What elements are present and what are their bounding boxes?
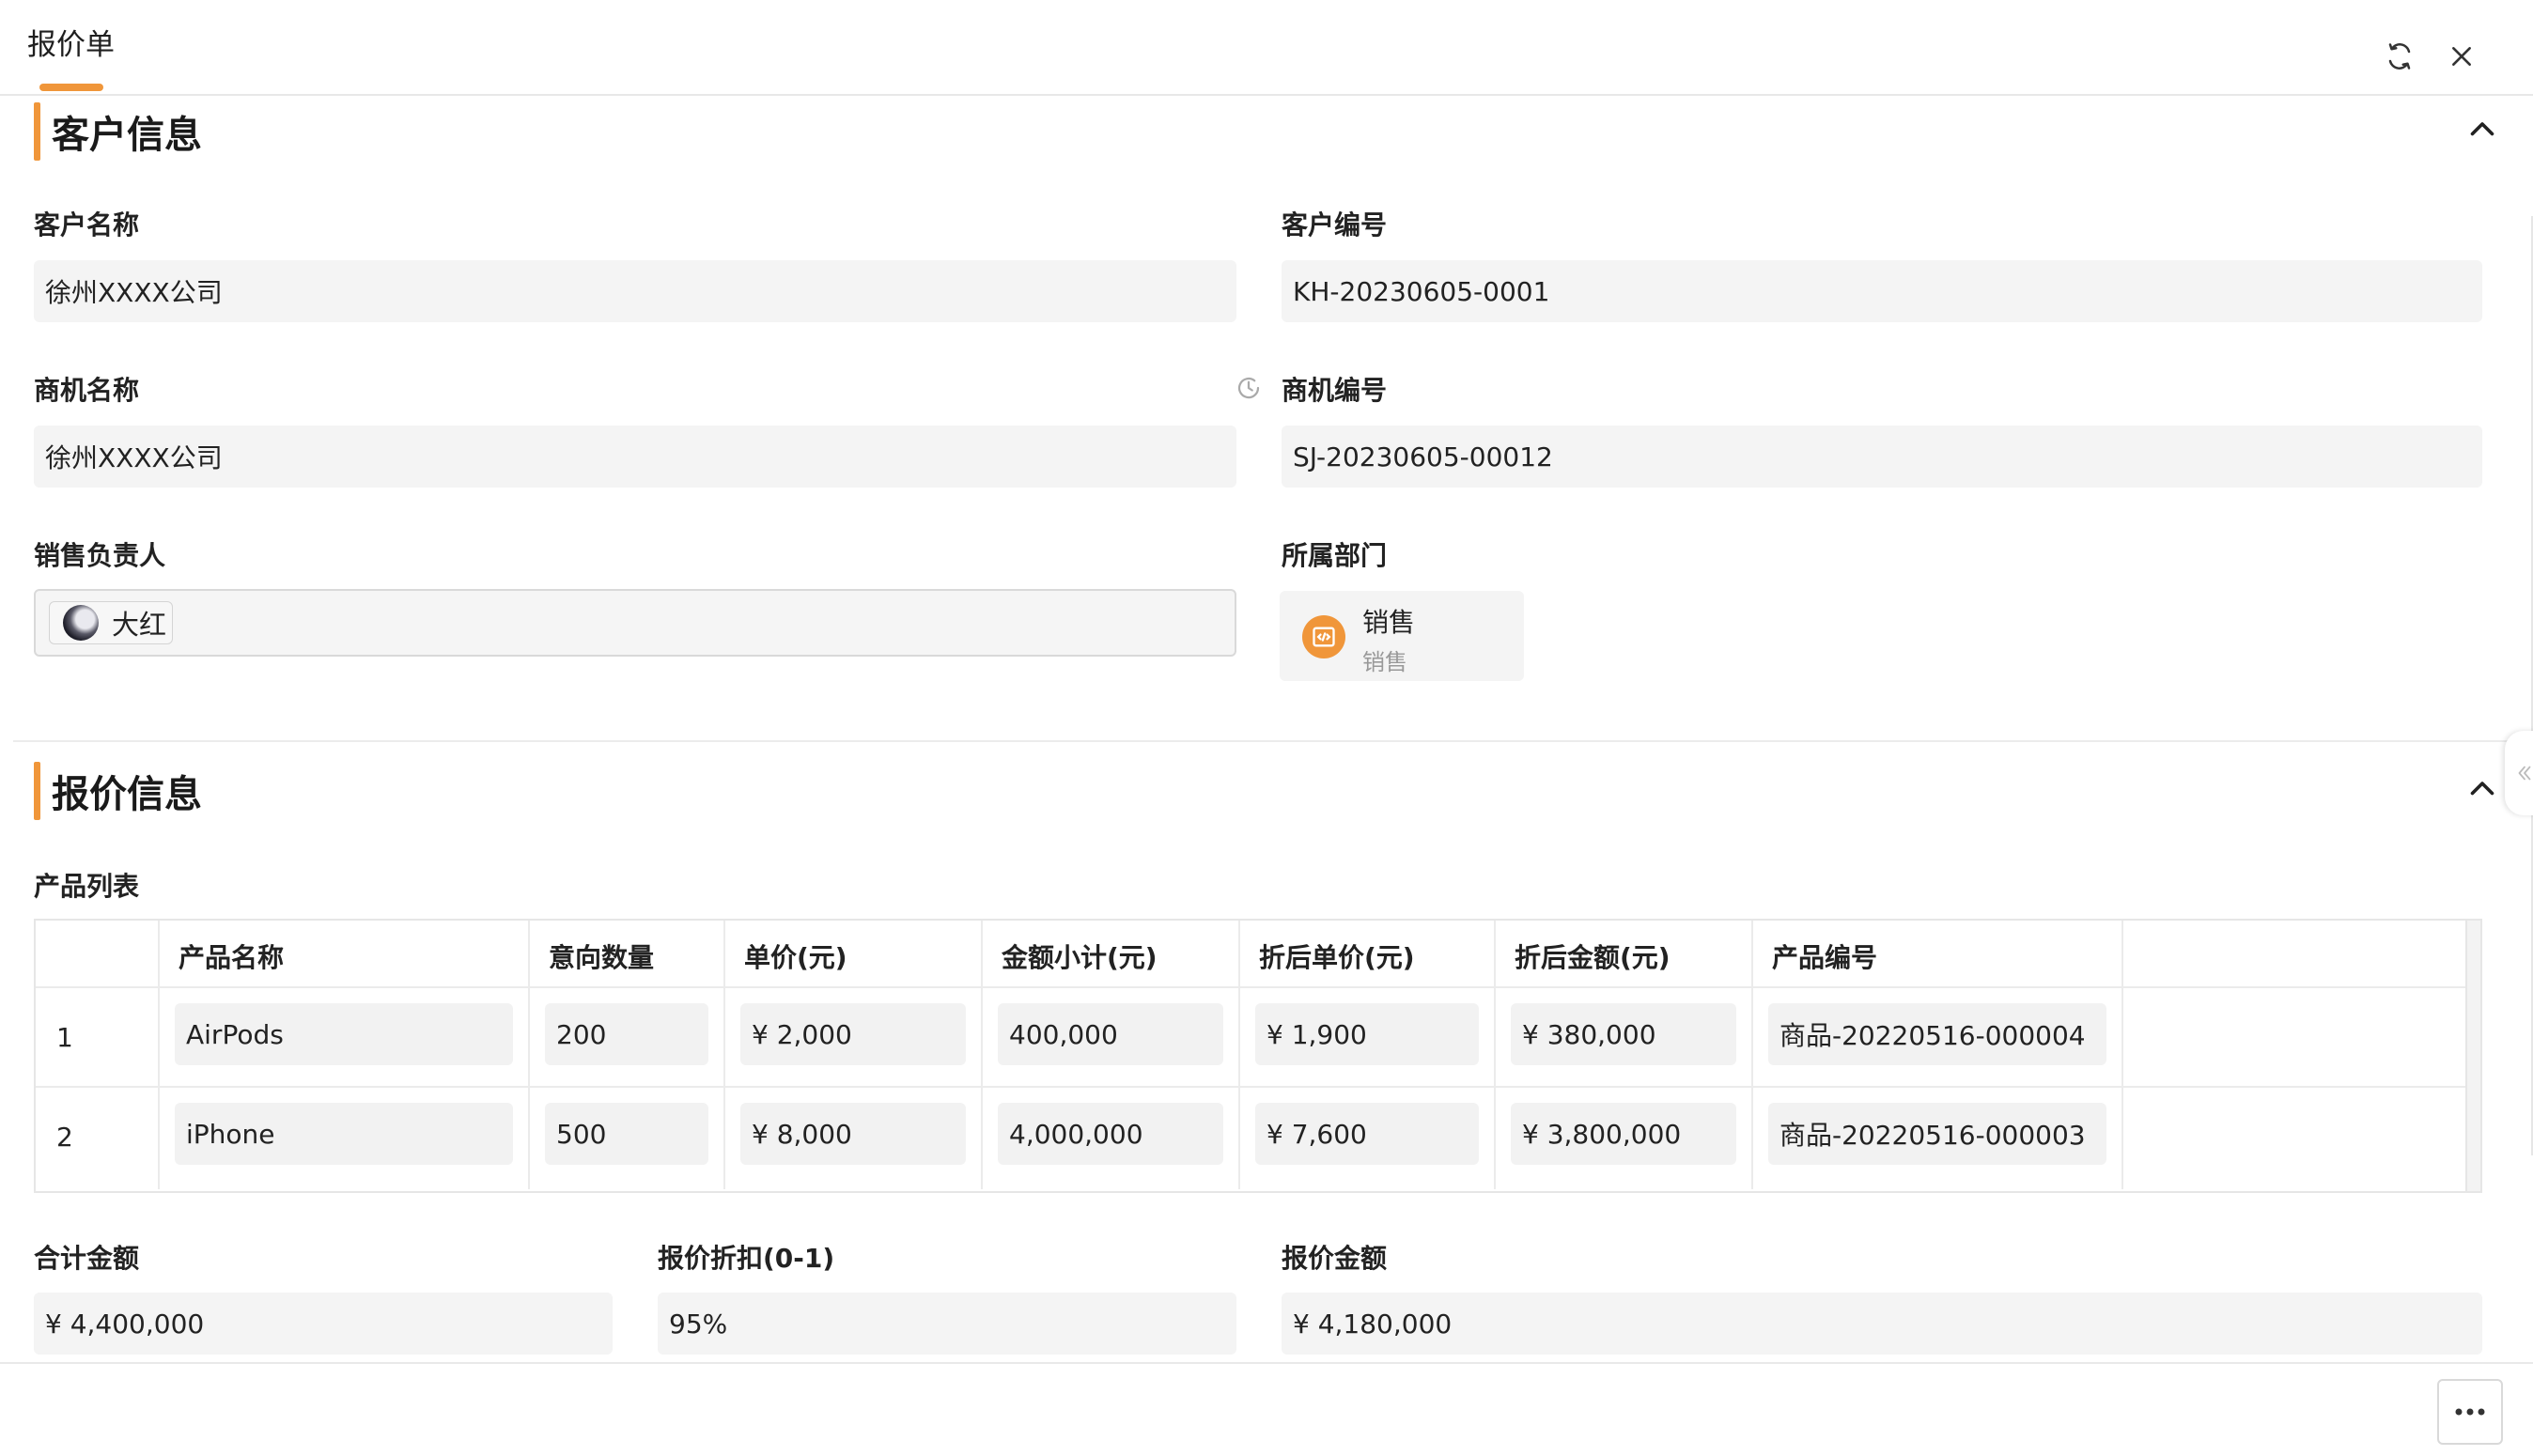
opportunity-name-label: 商机名称 bbox=[34, 375, 140, 406]
header-cell: 折后单价(元) bbox=[1240, 921, 1496, 986]
history-icon[interactable] bbox=[1235, 374, 1263, 402]
table-cell: 500 bbox=[530, 1088, 725, 1189]
column-header: 产品名称 bbox=[179, 942, 285, 973]
table-cell: ¥ 1,900 bbox=[1240, 988, 1496, 1086]
table-cell: ¥ 7,600 bbox=[1240, 1088, 1496, 1189]
product-name-field[interactable]: AirPods bbox=[175, 1003, 513, 1065]
customer-name-label: 客户名称 bbox=[34, 209, 140, 240]
header-cell: 折后金额(元) bbox=[1496, 921, 1753, 986]
product-name-field[interactable]: iPhone bbox=[175, 1103, 513, 1165]
unit-price-field[interactable]: ¥ 8,000 bbox=[740, 1103, 966, 1165]
table-cell: 400,000 bbox=[983, 988, 1240, 1086]
table-header-row: 产品名称 意向数量 单价(元) 金额小计(元) 折后单价(元) 折后金额(元) … bbox=[36, 921, 2480, 988]
section-divider bbox=[13, 740, 2533, 742]
customer-name-field[interactable]: 徐州XXXX公司 bbox=[34, 260, 1236, 322]
quote-section-title: 报价信息 bbox=[34, 762, 202, 820]
user-tag-name: 大红 bbox=[112, 609, 167, 641]
header-cell-index bbox=[36, 921, 160, 986]
department-sub: 销售 bbox=[1362, 649, 1407, 675]
department-card[interactable]: 销售 销售 bbox=[1280, 591, 1524, 681]
total-amount-field[interactable]: ¥ 4,400,000 bbox=[34, 1293, 613, 1355]
table-cell: 200 bbox=[530, 988, 725, 1086]
active-tab-indicator bbox=[39, 84, 103, 91]
row-index: 2 bbox=[56, 1122, 73, 1153]
discount-amount-field[interactable]: ¥ 3,800,000 bbox=[1511, 1103, 1736, 1165]
table-cell: iPhone bbox=[160, 1088, 530, 1189]
close-icon[interactable] bbox=[2443, 38, 2480, 75]
section-accent-bar bbox=[34, 102, 40, 161]
header-cell: 意向数量 bbox=[530, 921, 725, 986]
opportunity-no-label: 商机编号 bbox=[1282, 375, 1388, 406]
column-header: 折后单价(元) bbox=[1259, 942, 1415, 973]
avatar bbox=[63, 605, 99, 641]
header-cell: 产品名称 bbox=[160, 921, 530, 986]
side-panel-handle[interactable] bbox=[2505, 731, 2533, 815]
form-content: 客户信息 客户名称 徐州XXXX公司 客户编号 KH-20230605-0001… bbox=[0, 96, 2533, 1362]
row-index-cell: 1 bbox=[36, 988, 160, 1086]
sales-owner-field[interactable]: 大红 bbox=[34, 589, 1236, 657]
chevron-up-icon[interactable] bbox=[2465, 772, 2499, 806]
table-scrollbar[interactable] bbox=[2465, 921, 2480, 1191]
sales-owner-label: 销售负责人 bbox=[34, 540, 166, 571]
refresh-icon[interactable] bbox=[2381, 38, 2418, 75]
quantity-field[interactable]: 200 bbox=[545, 1003, 708, 1065]
customer-section-title: 客户信息 bbox=[34, 102, 202, 161]
subtotal-field[interactable]: 400,000 bbox=[998, 1003, 1223, 1065]
column-header: 意向数量 bbox=[549, 942, 655, 973]
table-cell: AirPods bbox=[160, 988, 530, 1086]
column-header: 金额小计(元) bbox=[1002, 942, 1158, 973]
dialog-footer bbox=[0, 1362, 2533, 1456]
discount-price-field[interactable]: ¥ 1,900 bbox=[1255, 1003, 1479, 1065]
dialog-header: 报价单 bbox=[0, 0, 2533, 96]
table-cell: 4,000,000 bbox=[983, 1088, 1240, 1189]
discount-field[interactable]: 95% bbox=[658, 1293, 1236, 1355]
dialog-title[interactable]: 报价单 bbox=[27, 21, 115, 63]
product-list-label: 产品列表 bbox=[34, 871, 140, 902]
chevron-up-icon[interactable] bbox=[2465, 113, 2499, 147]
table-row[interactable]: 2 iPhone 500 ¥ 8,000 4,000,000 ¥ 7,600 ¥… bbox=[36, 1088, 2480, 1189]
quote-amount-label: 报价金额 bbox=[1282, 1243, 1388, 1274]
unit-price-field[interactable]: ¥ 2,000 bbox=[740, 1003, 966, 1065]
discount-price-field[interactable]: ¥ 7,600 bbox=[1255, 1103, 1479, 1165]
customer-no-label: 客户编号 bbox=[1282, 209, 1388, 240]
code-icon bbox=[1302, 615, 1345, 658]
product-no-field[interactable]: 商品-20220516-000004 bbox=[1768, 1003, 2106, 1065]
opportunity-no-field[interactable]: SJ-20230605-00012 bbox=[1282, 426, 2482, 488]
opportunity-name-field[interactable]: 徐州XXXX公司 bbox=[34, 426, 1236, 488]
row-index-cell: 2 bbox=[36, 1088, 160, 1189]
discount-amount-field[interactable]: ¥ 380,000 bbox=[1511, 1003, 1736, 1065]
customer-section-heading: 客户信息 bbox=[52, 114, 202, 157]
column-header: 折后金额(元) bbox=[1515, 942, 1671, 973]
header-cell: 单价(元) bbox=[725, 921, 983, 986]
header-cell: 金额小计(元) bbox=[983, 921, 1240, 986]
section-accent-bar bbox=[34, 762, 40, 820]
total-amount-label: 合计金额 bbox=[34, 1243, 140, 1274]
table-cell: ¥ 380,000 bbox=[1496, 988, 1753, 1086]
table-cell: ¥ 8,000 bbox=[725, 1088, 983, 1189]
user-tag[interactable]: 大红 bbox=[49, 601, 174, 644]
customer-no-field[interactable]: KH-20230605-0001 bbox=[1282, 260, 2482, 322]
table-cell: ¥ 3,800,000 bbox=[1496, 1088, 1753, 1189]
double-chevron-left-icon bbox=[2518, 766, 2531, 781]
column-header: 单价(元) bbox=[744, 942, 847, 973]
product-no-field[interactable]: 商品-20220516-000003 bbox=[1768, 1103, 2106, 1165]
quote-amount-field[interactable]: ¥ 4,180,000 bbox=[1282, 1293, 2482, 1355]
table-cell: 商品-20220516-000004 bbox=[1753, 988, 2123, 1086]
subtotal-field[interactable]: 4,000,000 bbox=[998, 1103, 1223, 1165]
column-header: 产品编号 bbox=[1772, 942, 1878, 973]
product-table: 产品名称 意向数量 单价(元) 金额小计(元) 折后单价(元) 折后金额(元) … bbox=[34, 919, 2482, 1193]
table-row[interactable]: 1 AirPods 200 ¥ 2,000 400,000 ¥ 1,900 ¥ … bbox=[36, 988, 2480, 1088]
quote-section-heading: 报价信息 bbox=[52, 773, 202, 816]
more-icon[interactable] bbox=[2437, 1379, 2503, 1445]
discount-label: 报价折扣(0-1) bbox=[658, 1243, 835, 1274]
quantity-field[interactable]: 500 bbox=[545, 1103, 708, 1165]
department-name: 销售 bbox=[1362, 607, 1416, 638]
department-label: 所属部门 bbox=[1282, 540, 1388, 571]
header-cell: 产品编号 bbox=[1753, 921, 2123, 986]
row-index: 1 bbox=[56, 1022, 73, 1053]
table-cell: 商品-20220516-000003 bbox=[1753, 1088, 2123, 1189]
table-cell: ¥ 2,000 bbox=[725, 988, 983, 1086]
